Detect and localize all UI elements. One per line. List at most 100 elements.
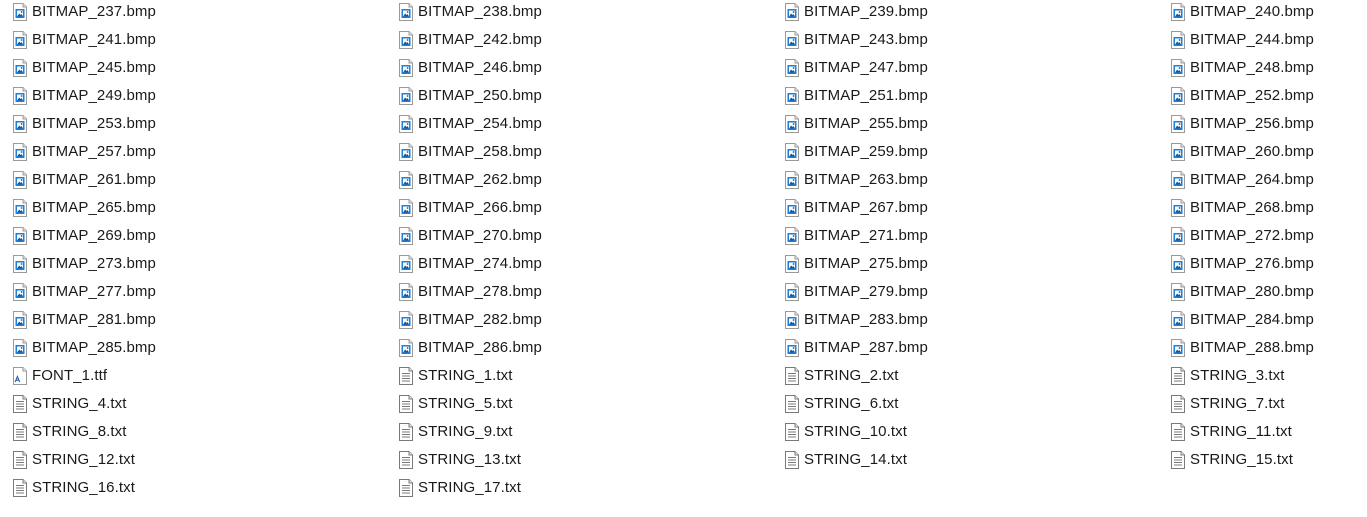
file-item[interactable]: STRING_2.txt [782,362,1168,390]
file-item[interactable]: BITMAP_268.bmp [1168,194,1367,222]
text-file-icon [1170,367,1186,385]
file-item[interactable]: BITMAP_275.bmp [782,250,1168,278]
file-item[interactable]: BITMAP_288.bmp [1168,334,1367,362]
file-item[interactable]: BITMAP_284.bmp [1168,306,1367,334]
bitmap-icon [398,255,414,273]
bitmap-icon [398,115,414,133]
file-item[interactable]: BITMAP_280.bmp [1168,278,1367,306]
file-item[interactable]: BITMAP_256.bmp [1168,110,1367,138]
file-item[interactable]: BITMAP_254.bmp [396,110,782,138]
file-item[interactable]: STRING_10.txt [782,418,1168,446]
file-item[interactable]: BITMAP_281.bmp [10,306,396,334]
file-item[interactable]: BITMAP_238.bmp [396,0,782,26]
file-item[interactable]: STRING_14.txt [782,446,1168,474]
file-name: BITMAP_268.bmp [1190,199,1314,216]
file-item[interactable]: BITMAP_247.bmp [782,54,1168,82]
file-item[interactable]: BITMAP_240.bmp [1168,0,1367,26]
bitmap-icon [1170,31,1186,49]
bitmap-icon [12,339,28,357]
file-item[interactable]: BITMAP_260.bmp [1168,138,1367,166]
file-item[interactable]: STRING_6.txt [782,390,1168,418]
bitmap-icon [398,3,414,21]
file-item[interactable]: BITMAP_279.bmp [782,278,1168,306]
file-item[interactable]: BITMAP_286.bmp [396,334,782,362]
file-item[interactable]: BITMAP_285.bmp [10,334,396,362]
file-item[interactable]: BITMAP_261.bmp [10,166,396,194]
file-item[interactable]: BITMAP_258.bmp [396,138,782,166]
file-name: BITMAP_241.bmp [32,31,156,48]
file-item[interactable]: BITMAP_251.bmp [782,82,1168,110]
file-name: STRING_10.txt [804,423,907,440]
file-item[interactable]: BITMAP_245.bmp [10,54,396,82]
text-file-icon [398,367,414,385]
file-item[interactable]: BITMAP_274.bmp [396,250,782,278]
file-item[interactable]: BITMAP_278.bmp [396,278,782,306]
file-item[interactable]: BITMAP_242.bmp [396,26,782,54]
file-item[interactable]: BITMAP_244.bmp [1168,26,1367,54]
file-item[interactable]: BITMAP_252.bmp [1168,82,1367,110]
file-item[interactable]: BITMAP_273.bmp [10,250,396,278]
file-item[interactable]: BITMAP_249.bmp [10,82,396,110]
file-item[interactable]: BITMAP_243.bmp [782,26,1168,54]
file-item[interactable]: BITMAP_255.bmp [782,110,1168,138]
file-item[interactable]: BITMAP_287.bmp [782,334,1168,362]
file-name: BITMAP_258.bmp [418,143,542,160]
file-item[interactable]: BITMAP_241.bmp [10,26,396,54]
file-name: BITMAP_242.bmp [418,31,542,48]
bitmap-icon [398,339,414,357]
file-name: BITMAP_269.bmp [32,227,156,244]
file-name: STRING_2.txt [804,367,899,384]
text-file-icon [784,451,800,469]
file-name: BITMAP_252.bmp [1190,87,1314,104]
bitmap-icon [398,311,414,329]
file-item[interactable]: BITMAP_257.bmp [10,138,396,166]
file-item[interactable]: BITMAP_277.bmp [10,278,396,306]
file-item[interactable]: BITMAP_259.bmp [782,138,1168,166]
file-item[interactable]: BITMAP_264.bmp [1168,166,1367,194]
file-item[interactable]: STRING_16.txt [10,474,396,502]
file-item[interactable]: BITMAP_269.bmp [10,222,396,250]
file-item[interactable]: STRING_9.txt [396,418,782,446]
file-item[interactable]: STRING_7.txt [1168,390,1367,418]
file-item[interactable]: BITMAP_246.bmp [396,54,782,82]
file-item[interactable]: BITMAP_283.bmp [782,306,1168,334]
file-item[interactable]: STRING_4.txt [10,390,396,418]
file-item[interactable]: STRING_12.txt [10,446,396,474]
file-item[interactable]: BITMAP_271.bmp [782,222,1168,250]
file-item[interactable]: STRING_11.txt [1168,418,1367,446]
file-item[interactable]: STRING_15.txt [1168,446,1367,474]
file-item[interactable]: BITMAP_263.bmp [782,166,1168,194]
file-item[interactable]: BITMAP_267.bmp [782,194,1168,222]
file-item[interactable]: STRING_13.txt [396,446,782,474]
file-item[interactable]: BITMAP_250.bmp [396,82,782,110]
file-item[interactable]: BITMAP_262.bmp [396,166,782,194]
bitmap-icon [398,143,414,161]
bitmap-icon [12,31,28,49]
file-item[interactable]: BITMAP_239.bmp [782,0,1168,26]
file-item[interactable]: BITMAP_276.bmp [1168,250,1367,278]
file-item[interactable]: STRING_8.txt [10,418,396,446]
file-item[interactable]: BITMAP_265.bmp [10,194,396,222]
file-name: STRING_9.txt [418,423,513,440]
file-item[interactable]: BITMAP_248.bmp [1168,54,1367,82]
text-file-icon [1170,451,1186,469]
bitmap-icon [1170,199,1186,217]
file-item[interactable]: BITMAP_266.bmp [396,194,782,222]
file-item[interactable]: STRING_3.txt [1168,362,1367,390]
file-name: STRING_12.txt [32,451,135,468]
file-name: BITMAP_259.bmp [804,143,928,160]
file-name: BITMAP_261.bmp [32,171,156,188]
file-item[interactable]: BITMAP_272.bmp [1168,222,1367,250]
file-item[interactable]: FONT_1.ttf [10,362,396,390]
file-item[interactable]: STRING_5.txt [396,390,782,418]
file-name: BITMAP_272.bmp [1190,227,1314,244]
file-item[interactable]: BITMAP_237.bmp [10,0,396,26]
file-item[interactable]: STRING_1.txt [396,362,782,390]
text-file-icon [12,395,28,413]
file-item[interactable]: STRING_17.txt [396,474,782,502]
file-name: STRING_11.txt [1190,423,1292,440]
file-item[interactable]: BITMAP_253.bmp [10,110,396,138]
file-item[interactable]: BITMAP_270.bmp [396,222,782,250]
bitmap-icon [12,115,28,133]
file-item[interactable]: BITMAP_282.bmp [396,306,782,334]
